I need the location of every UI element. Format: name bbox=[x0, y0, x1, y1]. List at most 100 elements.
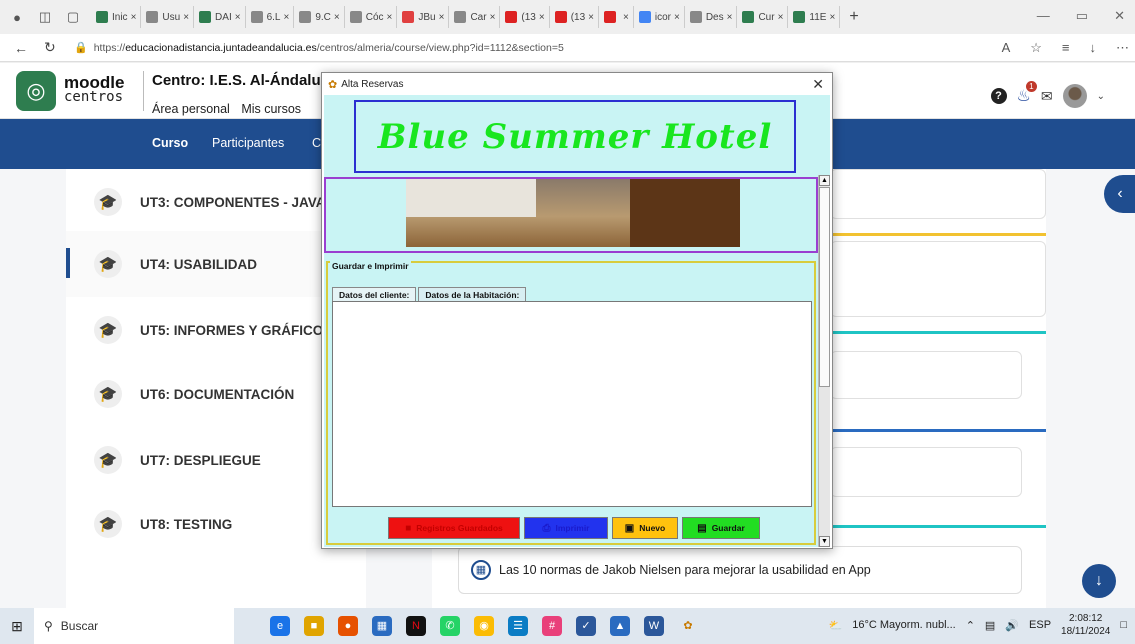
browser-tab[interactable]: 6.L × bbox=[247, 6, 295, 28]
volume-icon[interactable]: 🔊 bbox=[1005, 619, 1019, 632]
moodle-logo-icon[interactable]: ◎ bbox=[16, 71, 56, 111]
browser-tab-label: icor bbox=[654, 11, 671, 23]
reload-icon[interactable]: ↻ bbox=[44, 39, 60, 56]
close-tab-icon[interactable]: × bbox=[727, 12, 733, 23]
network-icon[interactable]: ▤ bbox=[985, 619, 995, 632]
favorite-star-icon[interactable]: ☆ bbox=[1030, 40, 1042, 56]
read-aloud-icon[interactable]: A bbox=[1002, 40, 1011, 56]
scroll-down-arrow-icon[interactable]: ▼ bbox=[819, 536, 830, 547]
browser-tab[interactable]: Usu × bbox=[142, 6, 195, 28]
notifications-center-icon[interactable]: □ bbox=[1120, 619, 1127, 631]
browser-tab[interactable]: JBu × bbox=[398, 6, 450, 28]
close-tab-icon[interactable]: × bbox=[490, 12, 496, 23]
new-file-icon: ▣ bbox=[624, 522, 635, 534]
restore-icon[interactable]: ▭ bbox=[1076, 8, 1088, 24]
avatar[interactable] bbox=[1062, 84, 1087, 108]
close-tab-icon[interactable]: × bbox=[131, 12, 137, 23]
edge-icon[interactable]: e bbox=[270, 616, 290, 636]
close-tab-icon[interactable]: × bbox=[588, 12, 594, 23]
file-explorer-icon[interactable]: ■ bbox=[304, 616, 324, 636]
slack-icon[interactable]: # bbox=[542, 616, 562, 636]
messages-icon[interactable]: ✉ bbox=[1041, 88, 1053, 105]
notifications-icon[interactable]: ♨ 1 bbox=[1017, 81, 1037, 106]
tab-datos-cliente[interactable]: Datos del cliente: bbox=[332, 287, 417, 302]
tray-chevron-icon[interactable]: ⌃ bbox=[966, 619, 975, 632]
netflix-icon[interactable]: N bbox=[406, 616, 426, 636]
tab-datos-habitacion[interactable]: Datos de la Habitación: bbox=[418, 287, 527, 302]
java-icon[interactable]: ✿ bbox=[678, 616, 698, 636]
nav-area-personal[interactable]: Área personal bbox=[152, 102, 230, 116]
windows-start-icon[interactable]: ⊞ bbox=[0, 618, 34, 635]
user-menu-chevron-icon[interactable]: ⌄ bbox=[1097, 91, 1105, 102]
close-tab-icon[interactable]: × bbox=[623, 12, 629, 23]
browser-tab[interactable]: icor × bbox=[635, 6, 685, 28]
language-indicator[interactable]: ESP bbox=[1029, 619, 1051, 631]
scrollbar-thumb[interactable] bbox=[819, 187, 830, 387]
browser-tab[interactable]: Cóc × bbox=[346, 6, 398, 28]
chrome-icon[interactable]: ◉ bbox=[474, 616, 494, 636]
scroll-up-arrow-icon[interactable]: ▲ bbox=[819, 175, 830, 186]
close-tab-icon[interactable]: × bbox=[778, 12, 784, 23]
scroll-down-arrow-icon[interactable]: ↓ bbox=[1082, 564, 1116, 598]
close-tab-icon[interactable]: × bbox=[387, 12, 393, 23]
dialog-scrollbar[interactable]: ▲ ▼ bbox=[818, 175, 830, 547]
nielsen-link[interactable]: ▦ Las 10 normas de Jakob Nielsen para me… bbox=[458, 546, 1022, 594]
close-tab-icon[interactable]: × bbox=[183, 12, 189, 23]
taskbar-search[interactable]: ⚲ Buscar bbox=[34, 608, 234, 644]
photos-icon[interactable]: ▲ bbox=[610, 616, 630, 636]
browser-tab[interactable]: Cur × bbox=[738, 6, 789, 28]
dialog-titlebar[interactable]: ✿ Alta Reservas bbox=[322, 73, 832, 95]
browser-tab[interactable]: DAI × bbox=[195, 6, 246, 28]
download-icon[interactable]: ↓ bbox=[1090, 40, 1097, 56]
browser-tab[interactable]: Car × bbox=[450, 6, 501, 28]
store-icon[interactable]: ▦ bbox=[372, 616, 392, 636]
close-window-icon[interactable]: ✕ bbox=[1114, 8, 1125, 24]
tab-participantes[interactable]: Participantes bbox=[212, 136, 284, 150]
browser-tab[interactable]: Inic × bbox=[92, 6, 142, 28]
close-tab-icon[interactable]: × bbox=[539, 12, 545, 23]
tab-curso[interactable]: Curso bbox=[152, 136, 188, 150]
browser-tab[interactable]: 9.C × bbox=[295, 6, 345, 28]
nuevo-button[interactable]: ▣ Nuevo bbox=[612, 517, 678, 539]
browser-tab[interactable]: Des × bbox=[686, 6, 738, 28]
close-tab-icon[interactable]: × bbox=[674, 12, 680, 23]
whatsapp-icon[interactable]: ✆ bbox=[440, 616, 460, 636]
profile-icon[interactable]: ● bbox=[8, 8, 26, 26]
guardar-button[interactable]: ▤ Guardar bbox=[682, 517, 760, 539]
firefox-icon[interactable]: ● bbox=[338, 616, 358, 636]
browser-tab[interactable]: (13 × bbox=[501, 6, 550, 28]
tab-actions-icon[interactable]: ▢ bbox=[64, 8, 82, 26]
drawer-toggle-chevron-icon[interactable]: ‹ bbox=[1104, 175, 1135, 213]
browser-tab[interactable]: (13 × bbox=[551, 6, 599, 28]
nav-mis-cursos[interactable]: Mis cursos bbox=[241, 102, 301, 116]
vscode-icon[interactable]: ✓ bbox=[576, 616, 596, 636]
close-tab-icon[interactable]: × bbox=[283, 12, 289, 23]
unit-label: UT6: DOCUMENTACIÓN bbox=[140, 386, 295, 402]
weather-text[interactable]: 16°C Mayorm. nubl... bbox=[852, 619, 955, 631]
moodle-logo-text[interactable]: moodle centros bbox=[64, 74, 124, 105]
browser-tab-label: Cur bbox=[758, 11, 775, 23]
weather-icon[interactable]: ⛅ bbox=[829, 619, 843, 632]
tab-more[interactable]: C bbox=[312, 136, 321, 150]
lock-icon[interactable]: 🔒 bbox=[74, 41, 88, 54]
extensions-icon[interactable]: ⋯ bbox=[1116, 40, 1129, 56]
back-icon[interactable]: ← bbox=[14, 40, 30, 56]
new-tab-icon[interactable]: + bbox=[849, 8, 858, 26]
registros-guardados-button[interactable]: ■ Registros Guardados bbox=[388, 517, 520, 539]
close-tab-icon[interactable]: × bbox=[829, 12, 835, 23]
help-icon[interactable]: ? bbox=[990, 88, 1007, 104]
close-tab-icon[interactable]: × bbox=[334, 12, 340, 23]
imprimir-button[interactable]: ⎙ Imprimir bbox=[524, 517, 608, 539]
browser-tab[interactable]: × bbox=[600, 6, 634, 28]
word-icon[interactable]: W bbox=[644, 616, 664, 636]
browser-tab[interactable]: 11E × bbox=[789, 6, 841, 28]
minimize-icon[interactable]: — bbox=[1037, 8, 1050, 24]
close-tab-icon[interactable]: × bbox=[235, 12, 241, 23]
app-icon[interactable]: ☰ bbox=[508, 616, 528, 636]
clock[interactable]: 2:08:12 18/11/2024 bbox=[1061, 612, 1110, 638]
workspaces-icon[interactable]: ◫ bbox=[36, 8, 54, 26]
dialog-close-icon[interactable]: ✕ bbox=[812, 76, 824, 93]
url-field[interactable]: https://educacionadistancia.juntadeandal… bbox=[94, 42, 564, 54]
close-tab-icon[interactable]: × bbox=[439, 12, 445, 23]
favorites-icon[interactable]: ≡ bbox=[1062, 40, 1070, 56]
